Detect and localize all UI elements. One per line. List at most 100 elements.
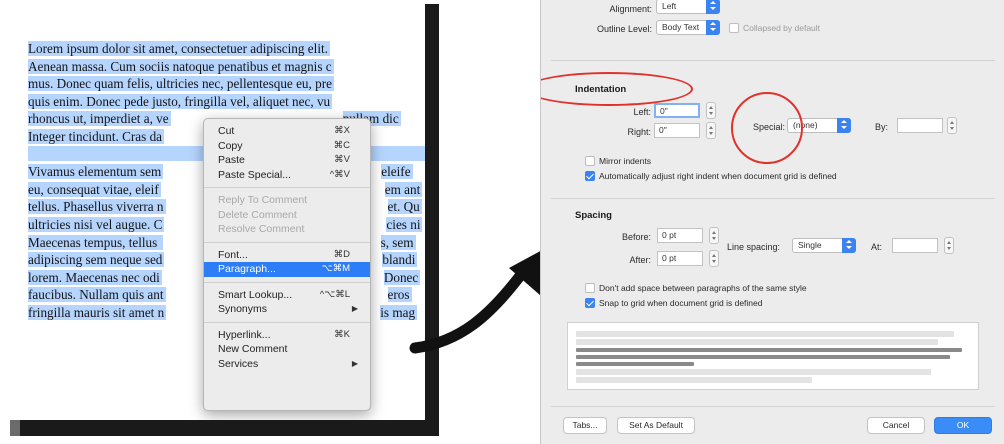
shortcut-text: ⌘X bbox=[334, 125, 350, 136]
menu-item-synonyms[interactable]: Synonyms ▶ bbox=[204, 302, 370, 317]
selected-text: rhoncus ut, imperdiet a, ve bbox=[28, 111, 171, 127]
auto-adjust-checkbox[interactable] bbox=[585, 171, 595, 181]
selected-text: eu, consequat vitae, eleif bbox=[28, 181, 161, 197]
highlight-circle bbox=[731, 92, 803, 164]
doc-line[interactable]: mus. Donec quam felis, ultricies nec, pe… bbox=[28, 75, 425, 93]
selected-text: eleife bbox=[381, 164, 413, 180]
selected-text: fringilla mauris sit amet n bbox=[28, 304, 167, 320]
menu-item-paragraph[interactable]: Paragraph... ⌥⌘M bbox=[204, 262, 370, 277]
menu-item-paste[interactable]: Paste ⌘V bbox=[204, 153, 370, 168]
section-divider bbox=[551, 198, 995, 199]
at-stepper[interactable] bbox=[944, 237, 954, 254]
preview-line bbox=[576, 369, 931, 375]
selected-text: faucibus. Nullam quis ant bbox=[28, 287, 166, 303]
preview-line bbox=[576, 362, 695, 366]
paragraph-dialog: Alignment: Left Outline Level: Body Text… bbox=[540, 0, 1004, 444]
menu-item-copy[interactable]: Copy ⌘C bbox=[204, 139, 370, 154]
snap-to-grid-label: Snap to grid when document grid is defin… bbox=[599, 298, 763, 308]
selected-text: Vivamus elementum sem bbox=[28, 164, 164, 180]
at-input[interactable] bbox=[892, 238, 938, 253]
cancel-button[interactable]: Cancel bbox=[867, 417, 925, 434]
menu-item-font[interactable]: Font... ⌘D bbox=[204, 248, 370, 263]
context-menu: Cut ⌘X Copy ⌘C Paste ⌘V Paste Special... ^⌘V… bbox=[203, 118, 371, 411]
by-input[interactable] bbox=[897, 118, 943, 133]
alignment-select[interactable]: Left bbox=[656, 0, 720, 14]
paragraph-preview bbox=[567, 322, 979, 390]
line-spacing-label: Line spacing: bbox=[727, 242, 781, 252]
menu-item-cut[interactable]: Cut ⌘X bbox=[204, 124, 370, 139]
shortcut-text: ⌘C bbox=[333, 139, 350, 151]
menu-item-delete-comment: Delete Comment bbox=[218, 208, 297, 221]
shortcut-text: ^⌥⌘L bbox=[319, 288, 350, 300]
menu-item-reply-to-comment: Reply To Comment bbox=[218, 194, 308, 206]
alignment-label: Alignment: bbox=[609, 4, 652, 14]
line-spacing-select[interactable]: Single bbox=[792, 238, 856, 253]
submenu-arrow-icon: ▶ bbox=[351, 358, 358, 368]
page-shadow bbox=[10, 420, 439, 436]
highlight-circle bbox=[541, 72, 693, 106]
chevron-updown-icon bbox=[706, 20, 720, 35]
selected-text: Integer tincidunt. Cras da bbox=[28, 128, 165, 144]
ok-button[interactable]: OK bbox=[934, 417, 992, 434]
section-divider bbox=[551, 406, 995, 407]
left-indent-stepper[interactable] bbox=[706, 102, 716, 119]
set-as-default-button[interactable]: Set As Default bbox=[617, 417, 695, 434]
preview-line bbox=[576, 377, 813, 383]
before-label: Before: bbox=[621, 232, 651, 242]
after-label: After: bbox=[629, 255, 651, 265]
outline-level-select[interactable]: Body Text bbox=[656, 20, 720, 35]
selected-text: Lorem ipsum dolor sit amet, consectetuer… bbox=[28, 41, 330, 56]
chevron-updown-icon bbox=[706, 0, 720, 14]
menu-item-smart-lookup[interactable]: Smart Lookup... ^⌥⌘L bbox=[204, 288, 370, 303]
chevron-updown-icon bbox=[837, 118, 851, 133]
menu-item-paste-special[interactable]: Paste Special... ^⌘V bbox=[204, 168, 370, 183]
document-page[interactable]: Lorem ipsum dolor sit amet, consectetuer… bbox=[0, 0, 425, 420]
mirror-indents-label: Mirror indents bbox=[599, 156, 651, 166]
right-indent-input[interactable]: 0" bbox=[654, 123, 700, 138]
menu-item-resolve-comment: Resolve Comment bbox=[218, 223, 305, 235]
chevron-updown-icon bbox=[842, 238, 856, 253]
collapsed-checkbox[interactable] bbox=[729, 23, 739, 33]
menu-separator bbox=[204, 187, 370, 188]
selected-text: mus. Donec quam felis, ultricies nec, pe… bbox=[28, 76, 334, 92]
shortcut-text: ^⌘V bbox=[329, 168, 350, 180]
selected-text: ultricies nisi vel augue. C bbox=[28, 216, 165, 232]
selected-text: et. Qu bbox=[387, 199, 422, 215]
mirror-indents-checkbox[interactable] bbox=[585, 156, 595, 166]
page-shadow bbox=[425, 4, 439, 434]
selected-text: quis enim. Donec pede justo, fringilla v… bbox=[28, 93, 333, 109]
preview-line bbox=[576, 348, 963, 352]
selected-text: lorem. Maecenas nec odi bbox=[28, 269, 162, 285]
left-indent-label: Left: bbox=[633, 107, 651, 117]
right-indent-label: Right: bbox=[627, 127, 651, 137]
shortcut-text: ⌥⌘M bbox=[321, 263, 350, 274]
after-input[interactable]: 0 pt bbox=[657, 251, 703, 266]
selected-text: Aenean massa. Cum sociis natoque penatib… bbox=[28, 58, 334, 74]
outline-level-label: Outline Level: bbox=[596, 24, 652, 34]
preview-line bbox=[576, 339, 939, 345]
dont-add-space-checkbox[interactable] bbox=[585, 283, 595, 293]
doc-line[interactable]: Aenean massa. Cum sociis natoque penatib… bbox=[28, 58, 425, 76]
preview-line bbox=[576, 355, 951, 359]
tabs-button[interactable]: Tabs... bbox=[563, 417, 607, 434]
doc-line[interactable]: Lorem ipsum dolor sit amet, consectetuer… bbox=[28, 40, 425, 58]
menu-item-hyperlink[interactable]: Hyperlink... ⌘K bbox=[204, 328, 370, 343]
menu-item-new-comment[interactable]: New Comment bbox=[204, 342, 370, 357]
doc-line[interactable]: quis enim. Donec pede justo, fringilla v… bbox=[28, 93, 425, 111]
shortcut-text: ⌘K bbox=[334, 328, 350, 340]
selected-text: adipiscing sem neque sed bbox=[28, 252, 165, 268]
collapsed-label: Collapsed by default bbox=[743, 23, 821, 33]
menu-separator bbox=[204, 241, 370, 243]
right-indent-stepper[interactable] bbox=[706, 122, 716, 139]
menu-separator bbox=[204, 281, 370, 283]
by-stepper[interactable] bbox=[947, 117, 957, 134]
before-stepper[interactable] bbox=[709, 227, 719, 244]
dont-add-space-label: Don't add space between paragraphs of th… bbox=[599, 283, 807, 293]
selected-text: em ant bbox=[384, 181, 423, 197]
selected-text: Maecenas tempus, tellus bbox=[28, 234, 163, 250]
menu-item-services[interactable]: Services ▶ bbox=[204, 357, 370, 372]
after-stepper[interactable] bbox=[709, 250, 719, 267]
snap-to-grid-checkbox[interactable] bbox=[585, 298, 595, 308]
left-indent-input[interactable]: 0" bbox=[654, 103, 700, 118]
before-input[interactable]: 0 pt bbox=[657, 228, 703, 243]
